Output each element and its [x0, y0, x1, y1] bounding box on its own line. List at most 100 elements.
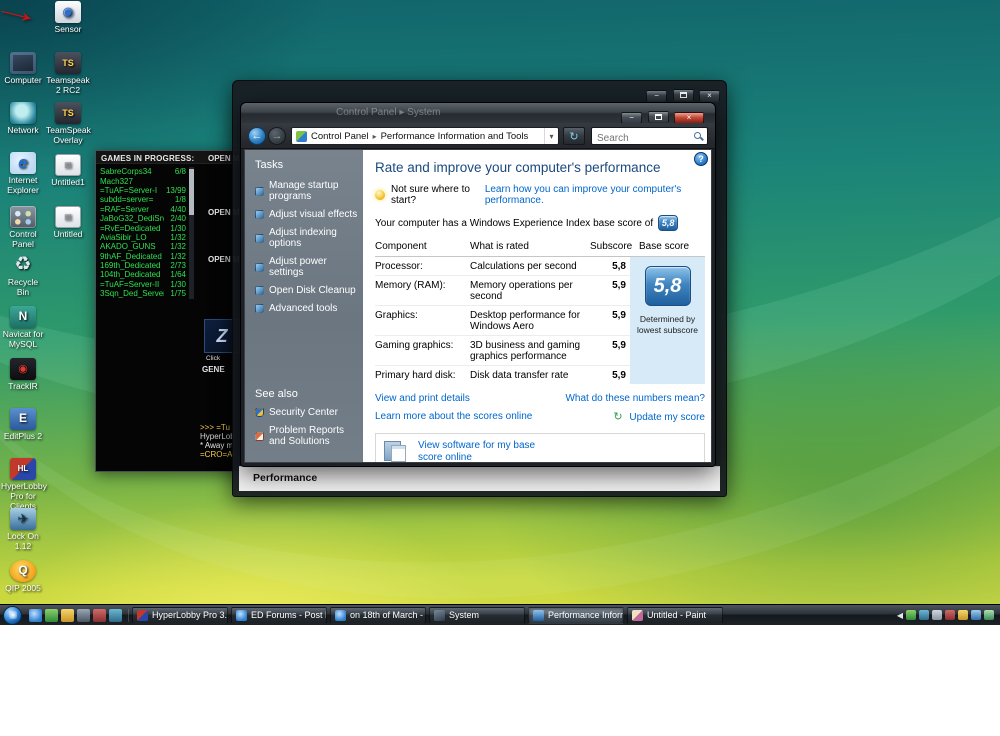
- close-button[interactable]: ×: [699, 90, 720, 102]
- tasks-header: Tasks: [255, 159, 359, 171]
- subscore-cell: 5,8: [590, 261, 630, 272]
- title-bar[interactable]: Control Panel ▸ System − ×: [241, 103, 715, 123]
- quicklaunch-icon-5[interactable]: [93, 609, 106, 622]
- desktop-icon-lockon[interactable]: ✈ Lock On 1.12: [1, 508, 45, 552]
- back-button[interactable]: ←: [248, 127, 266, 145]
- sidebar-item-adjust-indexing-options[interactable]: Adjust indexing options: [255, 227, 359, 249]
- game-row[interactable]: AKADO_GUNS1/32: [100, 242, 186, 251]
- tray-icon-1[interactable]: [906, 610, 916, 620]
- sidebar-item-manage-startup-programs[interactable]: Manage startup programs: [255, 180, 359, 202]
- quicklaunch-icon-3[interactable]: [61, 609, 74, 622]
- desktop-icon-computer[interactable]: Computer: [1, 52, 45, 86]
- icon-label: Sensor: [46, 25, 90, 35]
- minimize-button[interactable]: −: [646, 90, 667, 102]
- icon-label: TeamSpeak Overlay: [46, 126, 90, 146]
- app-icon: [335, 610, 346, 621]
- game-row[interactable]: 3Sqn_Ded_Server1/75: [100, 289, 186, 298]
- tray-icon-5[interactable]: [958, 610, 968, 620]
- breadcrumb-page[interactable]: Performance Information and Tools: [381, 131, 529, 142]
- taskbar-button-performance-information[interactable]: Performance Inform...: [528, 607, 624, 624]
- desktop-icon-hyperlobby[interactable]: HL HyperLobby Pro for Clients: [1, 458, 45, 511]
- taskbar-button-paint[interactable]: Untitled - Paint: [627, 607, 723, 624]
- sidebar-item-advanced-tools[interactable]: Advanced tools: [255, 303, 359, 314]
- sidebar-item-adjust-visual-effects[interactable]: Adjust visual effects: [255, 209, 359, 220]
- task-icon: [255, 187, 264, 196]
- game-row[interactable]: 169th_Dedicated2/73: [100, 261, 186, 270]
- help-icon[interactable]: ?: [694, 152, 708, 166]
- forward-button[interactable]: →: [268, 127, 286, 145]
- breadcrumb[interactable]: Control Panel ▸ Performance Information …: [291, 127, 559, 145]
- quick-launch: [26, 609, 129, 622]
- sidebar-item-adjust-power-settings[interactable]: Adjust power settings: [255, 256, 359, 278]
- desktop-icon-network[interactable]: Network: [1, 102, 45, 136]
- subscore-cell: 5,9: [590, 310, 630, 332]
- taskbar-button-system[interactable]: System: [429, 607, 525, 624]
- refresh-button[interactable]: ↻: [563, 127, 585, 145]
- game-name: AviaSibir_LO: [100, 233, 164, 242]
- desktop-icon-teamspeak2[interactable]: TS Teamspeak 2 RC2: [46, 52, 90, 96]
- sidebar-item-problem-reports[interactable]: Problem Reports and Solutions: [255, 425, 357, 447]
- maximize-icon: [680, 92, 687, 98]
- games-list-scrollbar[interactable]: [189, 167, 194, 299]
- view-software-link[interactable]: View software for my base score online: [418, 440, 558, 464]
- game-name: AKADO_GUNS: [100, 242, 164, 251]
- tray-icon-4[interactable]: [945, 610, 955, 620]
- game-row[interactable]: Mach327: [100, 176, 186, 185]
- tray-expand-icon[interactable]: ◀: [897, 611, 903, 620]
- icon-label: EditPlus 2: [1, 432, 45, 442]
- search-input[interactable]: [592, 131, 707, 147]
- subscore-cell: 5,9: [590, 370, 630, 381]
- desktop-icon-trackir[interactable]: ◉ TrackIR: [1, 358, 45, 392]
- performance-window[interactable]: Control Panel ▸ System − × ← → Control P…: [240, 102, 716, 467]
- tray-icon-7[interactable]: [984, 610, 994, 620]
- quicklaunch-icon-1[interactable]: [29, 609, 42, 622]
- maximize-button[interactable]: [673, 89, 694, 101]
- improve-performance-link[interactable]: Learn how you can improve your computer'…: [485, 184, 705, 206]
- sidebar-item-security-center[interactable]: Security Center: [255, 407, 357, 418]
- game-row[interactable]: SabreCorps346/8: [100, 167, 186, 176]
- tray-icon-6[interactable]: [971, 610, 981, 620]
- desktop-icon-teamspeak-overlay[interactable]: TS TeamSpeak Overlay: [46, 102, 90, 146]
- quicklaunch-icon-4[interactable]: [77, 609, 90, 622]
- sidebar-item-open-disk-cleanup[interactable]: Open Disk Cleanup: [255, 285, 359, 296]
- desktop-icon-navicat[interactable]: N Navicat for MySQL: [1, 306, 45, 350]
- view-print-details-link[interactable]: View and print details: [375, 393, 470, 404]
- game-row[interactable]: subdd=server=1/8: [100, 195, 186, 204]
- desktop-icon-recycle-bin[interactable]: ♻ Recycle Bin: [1, 254, 45, 298]
- taskbar-button-ed-forums[interactable]: ED Forums - Post N...: [231, 607, 327, 624]
- desktop-icon-control-panel[interactable]: Control Panel: [1, 206, 45, 250]
- learn-more-scores-link[interactable]: Learn more about the scores online: [375, 411, 532, 422]
- desktop-icon-qip[interactable]: Q QIP 2005: [1, 560, 45, 594]
- tray-icon-2[interactable]: [919, 610, 929, 620]
- quicklaunch-icon-6[interactable]: [109, 609, 122, 622]
- desktop-icon-sensor[interactable]: ◉ Sensor: [46, 1, 90, 35]
- component-cell: Graphics:: [375, 310, 470, 332]
- desktop-icon-untitled[interactable]: ▤ Untitled: [46, 206, 90, 240]
- breadcrumb-root[interactable]: Control Panel: [311, 131, 369, 142]
- game-row[interactable]: =RAF=Server4/40: [100, 205, 186, 214]
- breadcrumb-dropdown-icon[interactable]: ▾: [544, 128, 558, 144]
- scrollbar-thumb[interactable]: [189, 169, 194, 215]
- game-row[interactable]: =TuAF=Server-I13/99: [100, 186, 186, 195]
- game-row[interactable]: 104th_Dedicated1/64: [100, 270, 186, 279]
- table-row: Memory (RAM): Memory operations per seco…: [375, 276, 630, 306]
- start-button[interactable]: [3, 606, 22, 625]
- game-row[interactable]: =RvE=Dedicated1/30: [100, 223, 186, 232]
- desktop-icon-untitled1[interactable]: ▤ Untitled1: [46, 154, 90, 188]
- system-tray: ◀: [889, 610, 1000, 620]
- update-my-score-link[interactable]: Update my score: [629, 412, 705, 423]
- software-box-icon: [384, 441, 408, 463]
- game-players: 2/73: [164, 261, 186, 270]
- desktop-icon-internet-explorer[interactable]: e Internet Explorer: [1, 152, 45, 196]
- game-row[interactable]: JaBoG32_DediSrv2/40: [100, 214, 186, 223]
- game-row[interactable]: 9thAF_Dedicated1/32: [100, 252, 186, 261]
- taskbar-button-hyperlobby[interactable]: HyperLobby Pro 3.9...: [132, 607, 228, 624]
- taskbar-button-browser-page[interactable]: on 18th of March - ...: [330, 607, 426, 624]
- game-row[interactable]: AviaSibir_LO1/32: [100, 233, 186, 242]
- desktop-icon-editplus[interactable]: E EditPlus 2: [1, 408, 45, 442]
- quicklaunch-icon-2[interactable]: [45, 609, 58, 622]
- what-numbers-mean-link[interactable]: What do these numbers mean?: [565, 393, 705, 404]
- game-row[interactable]: =TuAF=Server-II1/30: [100, 280, 186, 289]
- tray-icon-3[interactable]: [932, 610, 942, 620]
- maximize-button[interactable]: [648, 111, 669, 123]
